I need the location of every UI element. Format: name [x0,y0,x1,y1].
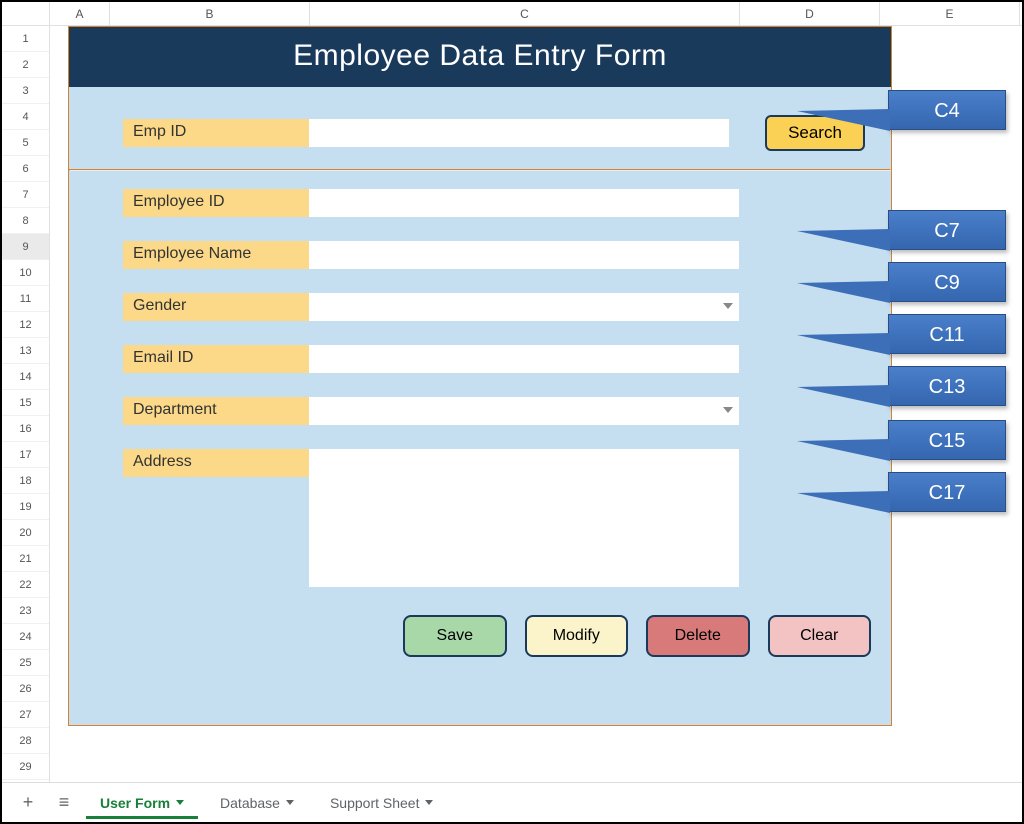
row-header[interactable]: 20 [2,520,49,546]
label-department: Department [123,397,309,425]
form-title: Employee Data Entry Form [69,27,891,87]
row-header[interactable]: 9 [2,234,49,260]
row-header[interactable]: 21 [2,546,49,572]
callout: C15 [888,420,1006,460]
save-button[interactable]: Save [403,615,507,657]
row-header[interactable]: 22 [2,572,49,598]
row-header[interactable]: 28 [2,728,49,754]
row-header[interactable]: 5 [2,130,49,156]
sheet-tab[interactable]: User Form [86,787,198,819]
row-header[interactable]: 24 [2,624,49,650]
row-header[interactable]: 16 [2,416,49,442]
delete-button[interactable]: Delete [646,615,750,657]
column-header[interactable]: A [50,2,110,25]
sheet-tab[interactable]: Support Sheet [316,787,448,819]
field-employee-name: Employee Name [123,241,871,269]
callout: C7 [888,210,1006,250]
sheet-tab-label: Database [220,795,280,811]
row-header[interactable]: 6 [2,156,49,182]
row-header[interactable]: 8 [2,208,49,234]
sheet-tab-label: User Form [100,795,170,811]
label-employee-name: Employee Name [123,241,309,269]
textarea-address[interactable] [309,449,739,587]
column-header[interactable]: D [740,2,880,25]
add-sheet-button[interactable]: + [14,789,42,817]
form-container: Employee Data Entry Form Emp ID Search E… [68,26,892,726]
field-gender: Gender [123,293,871,321]
row-header[interactable]: 19 [2,494,49,520]
row-header[interactable]: 14 [2,364,49,390]
select-all-corner[interactable] [2,2,50,25]
sheet-tab-label: Support Sheet [330,795,420,811]
row-header[interactable]: 1 [2,26,49,52]
sheet-tab[interactable]: Database [206,787,308,819]
input-employee-id[interactable] [309,189,739,217]
all-sheets-button[interactable]: ≡ [50,789,78,817]
row-header[interactable]: 13 [2,338,49,364]
select-department[interactable] [309,397,739,425]
field-department: Department [123,397,871,425]
chevron-down-icon [176,800,184,805]
row-header[interactable]: 17 [2,442,49,468]
form-body: Employee ID Employee Name Gender Email I… [69,171,891,667]
label-gender: Gender [123,293,309,321]
sheet-tabs-bar: + ≡ User Form Database Support Sheet [2,782,1022,822]
column-header[interactable]: C [310,2,740,25]
clear-button[interactable]: Clear [768,615,872,657]
row-header[interactable]: 26 [2,676,49,702]
button-row: Save Modify Delete Clear [123,615,871,657]
callout: C11 [888,314,1006,354]
callout: C9 [888,262,1006,302]
sheet-area: Employee Data Entry Form Emp ID Search E… [50,26,1022,782]
field-email: Email ID [123,345,871,373]
row-header-column: 1234567891011121314151617181920212223242… [2,26,50,782]
row-header[interactable]: 2 [2,52,49,78]
callout: C4 [888,90,1006,130]
row-header[interactable]: 10 [2,260,49,286]
row-header[interactable]: 3 [2,78,49,104]
search-label: Emp ID [123,119,309,147]
select-gender[interactable] [309,293,739,321]
chevron-down-icon [425,800,433,805]
field-address: Address [123,449,871,587]
row-header[interactable]: 18 [2,468,49,494]
modify-button[interactable]: Modify [525,615,629,657]
callout: C13 [888,366,1006,406]
row-header[interactable]: 7 [2,182,49,208]
column-header[interactable]: B [110,2,310,25]
row-header[interactable]: 12 [2,312,49,338]
row-header[interactable]: 25 [2,650,49,676]
field-employee-id: Employee ID [123,189,871,217]
row-header[interactable]: 23 [2,598,49,624]
search-input[interactable] [309,119,729,147]
row-header[interactable]: 27 [2,702,49,728]
label-email: Email ID [123,345,309,373]
search-row: Emp ID Search [69,87,891,169]
input-employee-name[interactable] [309,241,739,269]
row-header[interactable]: 29 [2,754,49,780]
label-employee-id: Employee ID [123,189,309,217]
input-email[interactable] [309,345,739,373]
label-address: Address [123,449,309,477]
row-header[interactable]: 11 [2,286,49,312]
row-header[interactable]: 4 [2,104,49,130]
column-header-row: ABCDE [2,2,1022,26]
callout: C17 [888,472,1006,512]
row-header[interactable]: 15 [2,390,49,416]
chevron-down-icon [286,800,294,805]
column-header[interactable]: E [880,2,1020,25]
